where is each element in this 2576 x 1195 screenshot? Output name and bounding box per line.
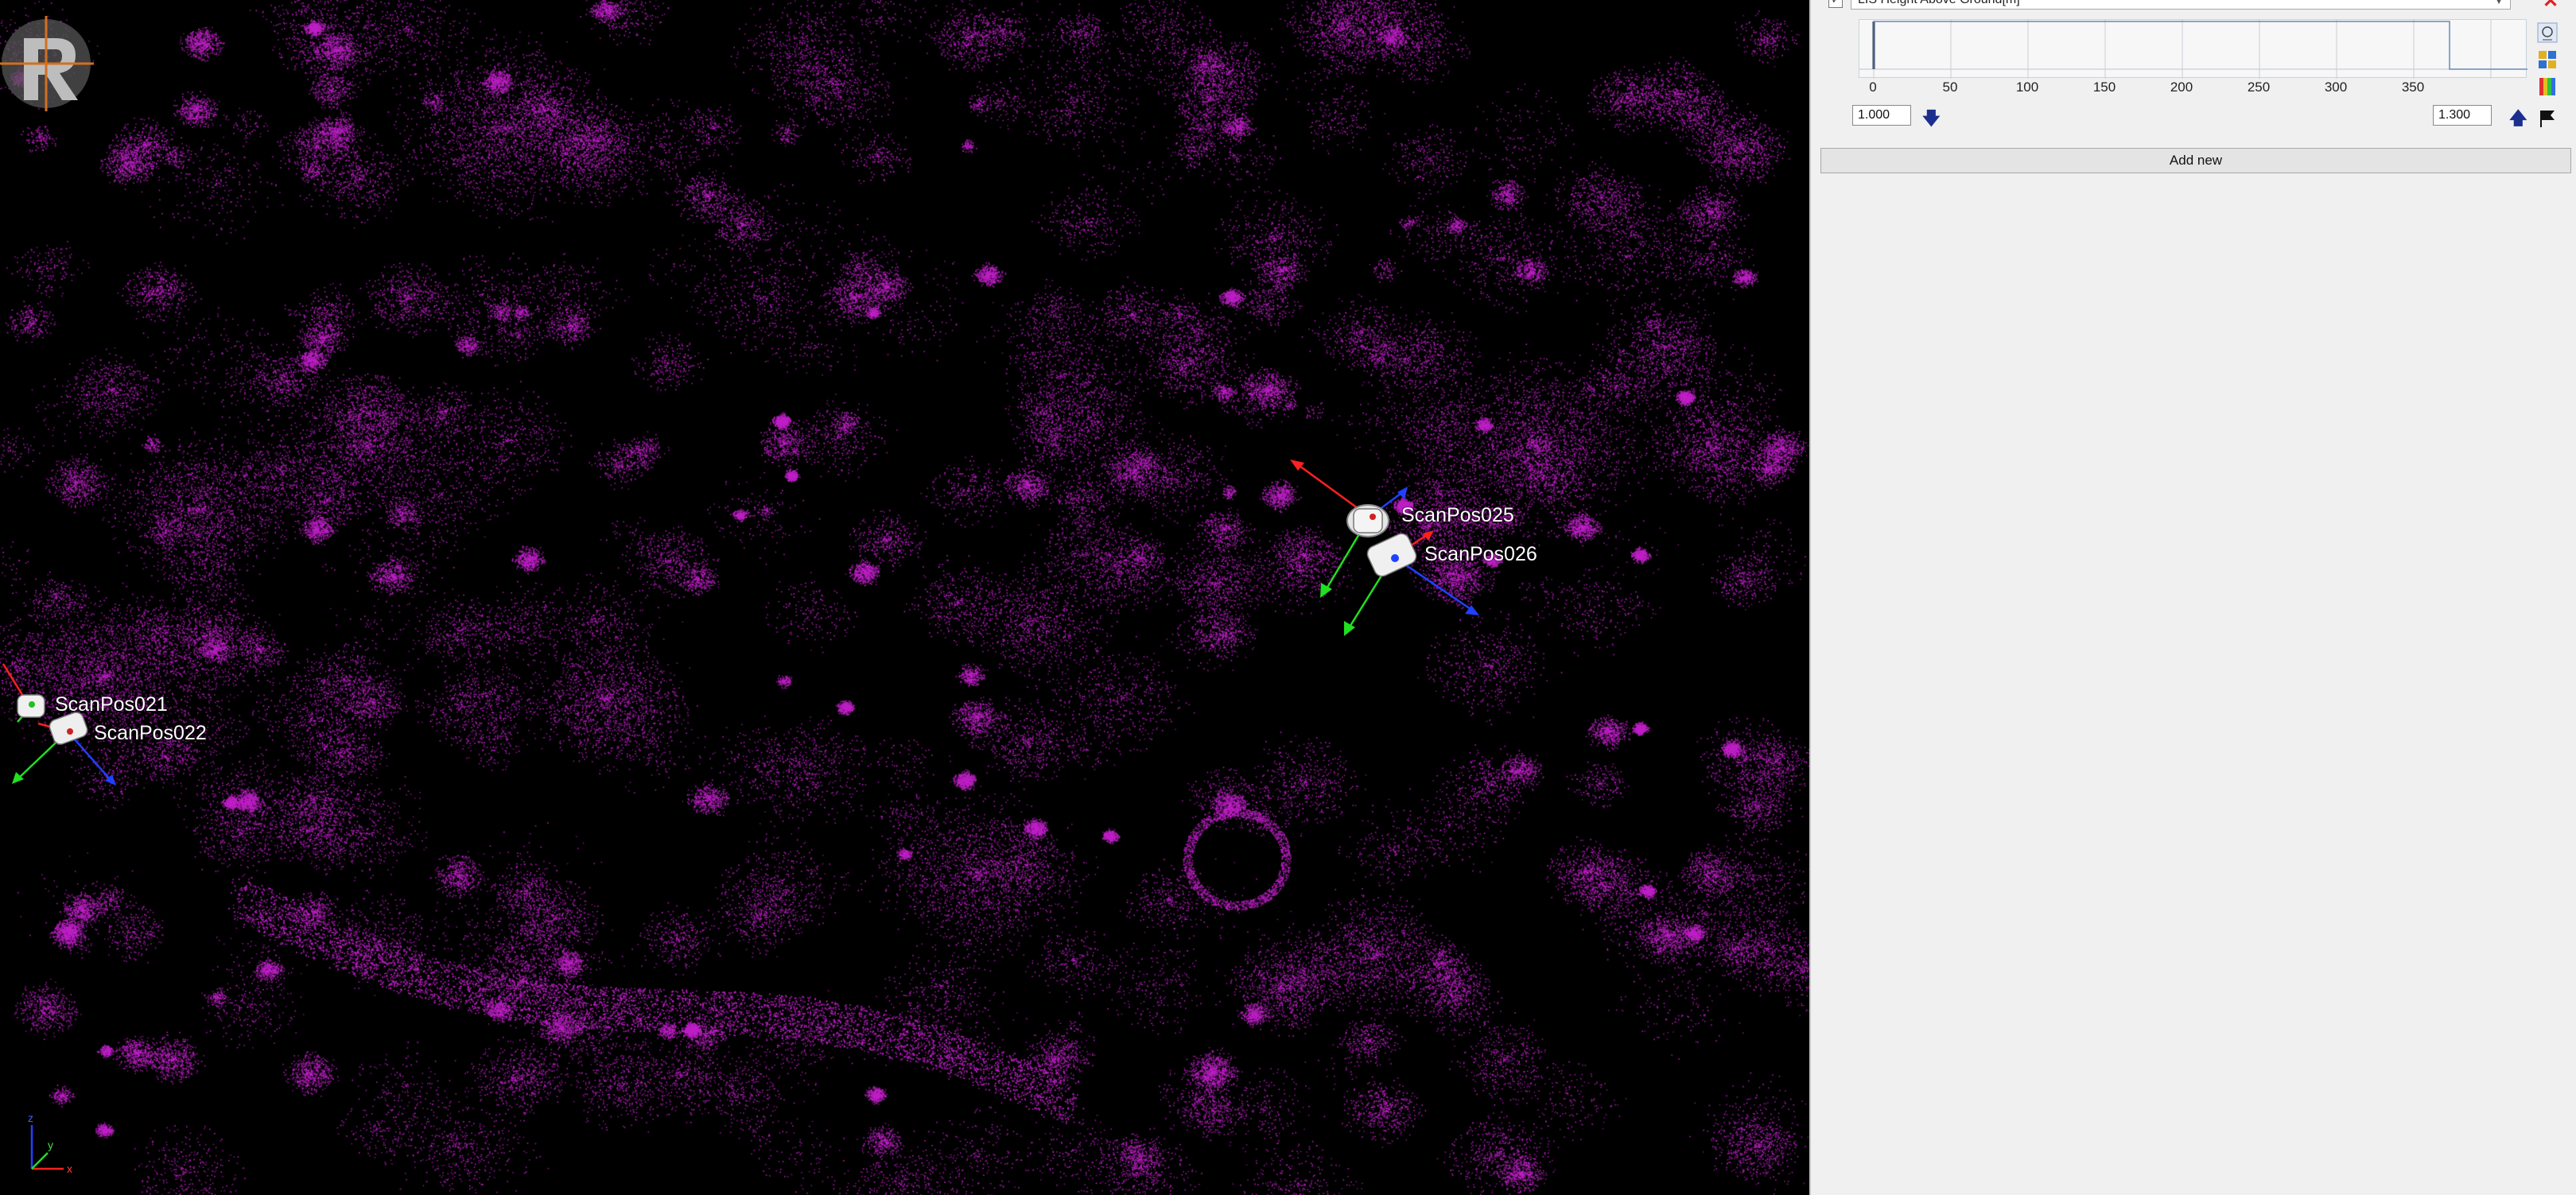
histogram-tick-label: 150: [2092, 80, 2116, 95]
histogram-tick-label: 200: [2170, 80, 2193, 95]
histogram-range-plot[interactable]: [1859, 19, 2527, 79]
range-min-input[interactable]: 1.000: [1852, 105, 1911, 126]
scan-position-markers: [2, 460, 1479, 786]
scan-position-label[interactable]: ScanPos022: [94, 722, 207, 745]
scan-position-021-axes[interactable]: [2, 663, 45, 723]
attribute-filter-row: ✓ LIS Height Above Ground[m] ▼ ✕ 0 50: [1811, 0, 2576, 167]
triad-x-label: x: [67, 1162, 72, 1175]
arrow-up-icon[interactable]: 🡅: [2509, 110, 2527, 127]
range-max-input[interactable]: 1.300: [2433, 105, 2492, 126]
histogram-tick-label: 250: [2247, 80, 2271, 95]
flag-icon[interactable]: [2537, 108, 2558, 129]
histogram-tick-label: 0: [1869, 80, 1877, 95]
histogram-tick-label: 100: [2015, 80, 2039, 95]
arrow-down-icon[interactable]: 🡇: [1922, 110, 1941, 127]
attribute-select-value: LIS Height Above Ground[m]: [1858, 0, 2020, 6]
histogram-tick-label: 300: [2324, 80, 2348, 95]
filter-settings-icon[interactable]: [2537, 22, 2558, 43]
scan-position-label[interactable]: ScanPos025: [1401, 504, 1514, 527]
orientation-triad-icon: x y z: [28, 1112, 72, 1175]
scan-position-label[interactable]: ScanPos021: [55, 693, 168, 716]
scan-position-025-axes[interactable]: [1290, 460, 1408, 598]
filter-panel: ✓ LIS Height Above Ground[m] ▼ ✕ 0 50: [1809, 0, 2576, 1195]
triad-z-label: z: [28, 1112, 33, 1124]
attribute-select[interactable]: LIS Height Above Ground[m] ▼: [1851, 0, 2511, 10]
filter-enabled-checkbox[interactable]: ✓: [1828, 0, 1843, 8]
triad-y-label: y: [48, 1139, 53, 1151]
color-ramp-icon[interactable]: [2537, 76, 2558, 97]
scan-position-label[interactable]: ScanPos026: [1424, 543, 1537, 566]
add-new-button[interactable]: Add new: [1820, 148, 2571, 173]
histogram-grid: [1859, 20, 2527, 79]
color-grid-icon[interactable]: [2537, 49, 2558, 70]
histogram-tick-label: 350: [2401, 80, 2425, 95]
histogram-tick-label: 50: [1942, 80, 1958, 95]
close-icon[interactable]: ✕: [2543, 0, 2559, 11]
3d-point-cloud-viewport[interactable]: ScanPos025 ScanPos026 ScanPos021 ScanPos…: [0, 0, 1809, 1195]
chevron-down-icon: ▼: [2494, 0, 2504, 6]
